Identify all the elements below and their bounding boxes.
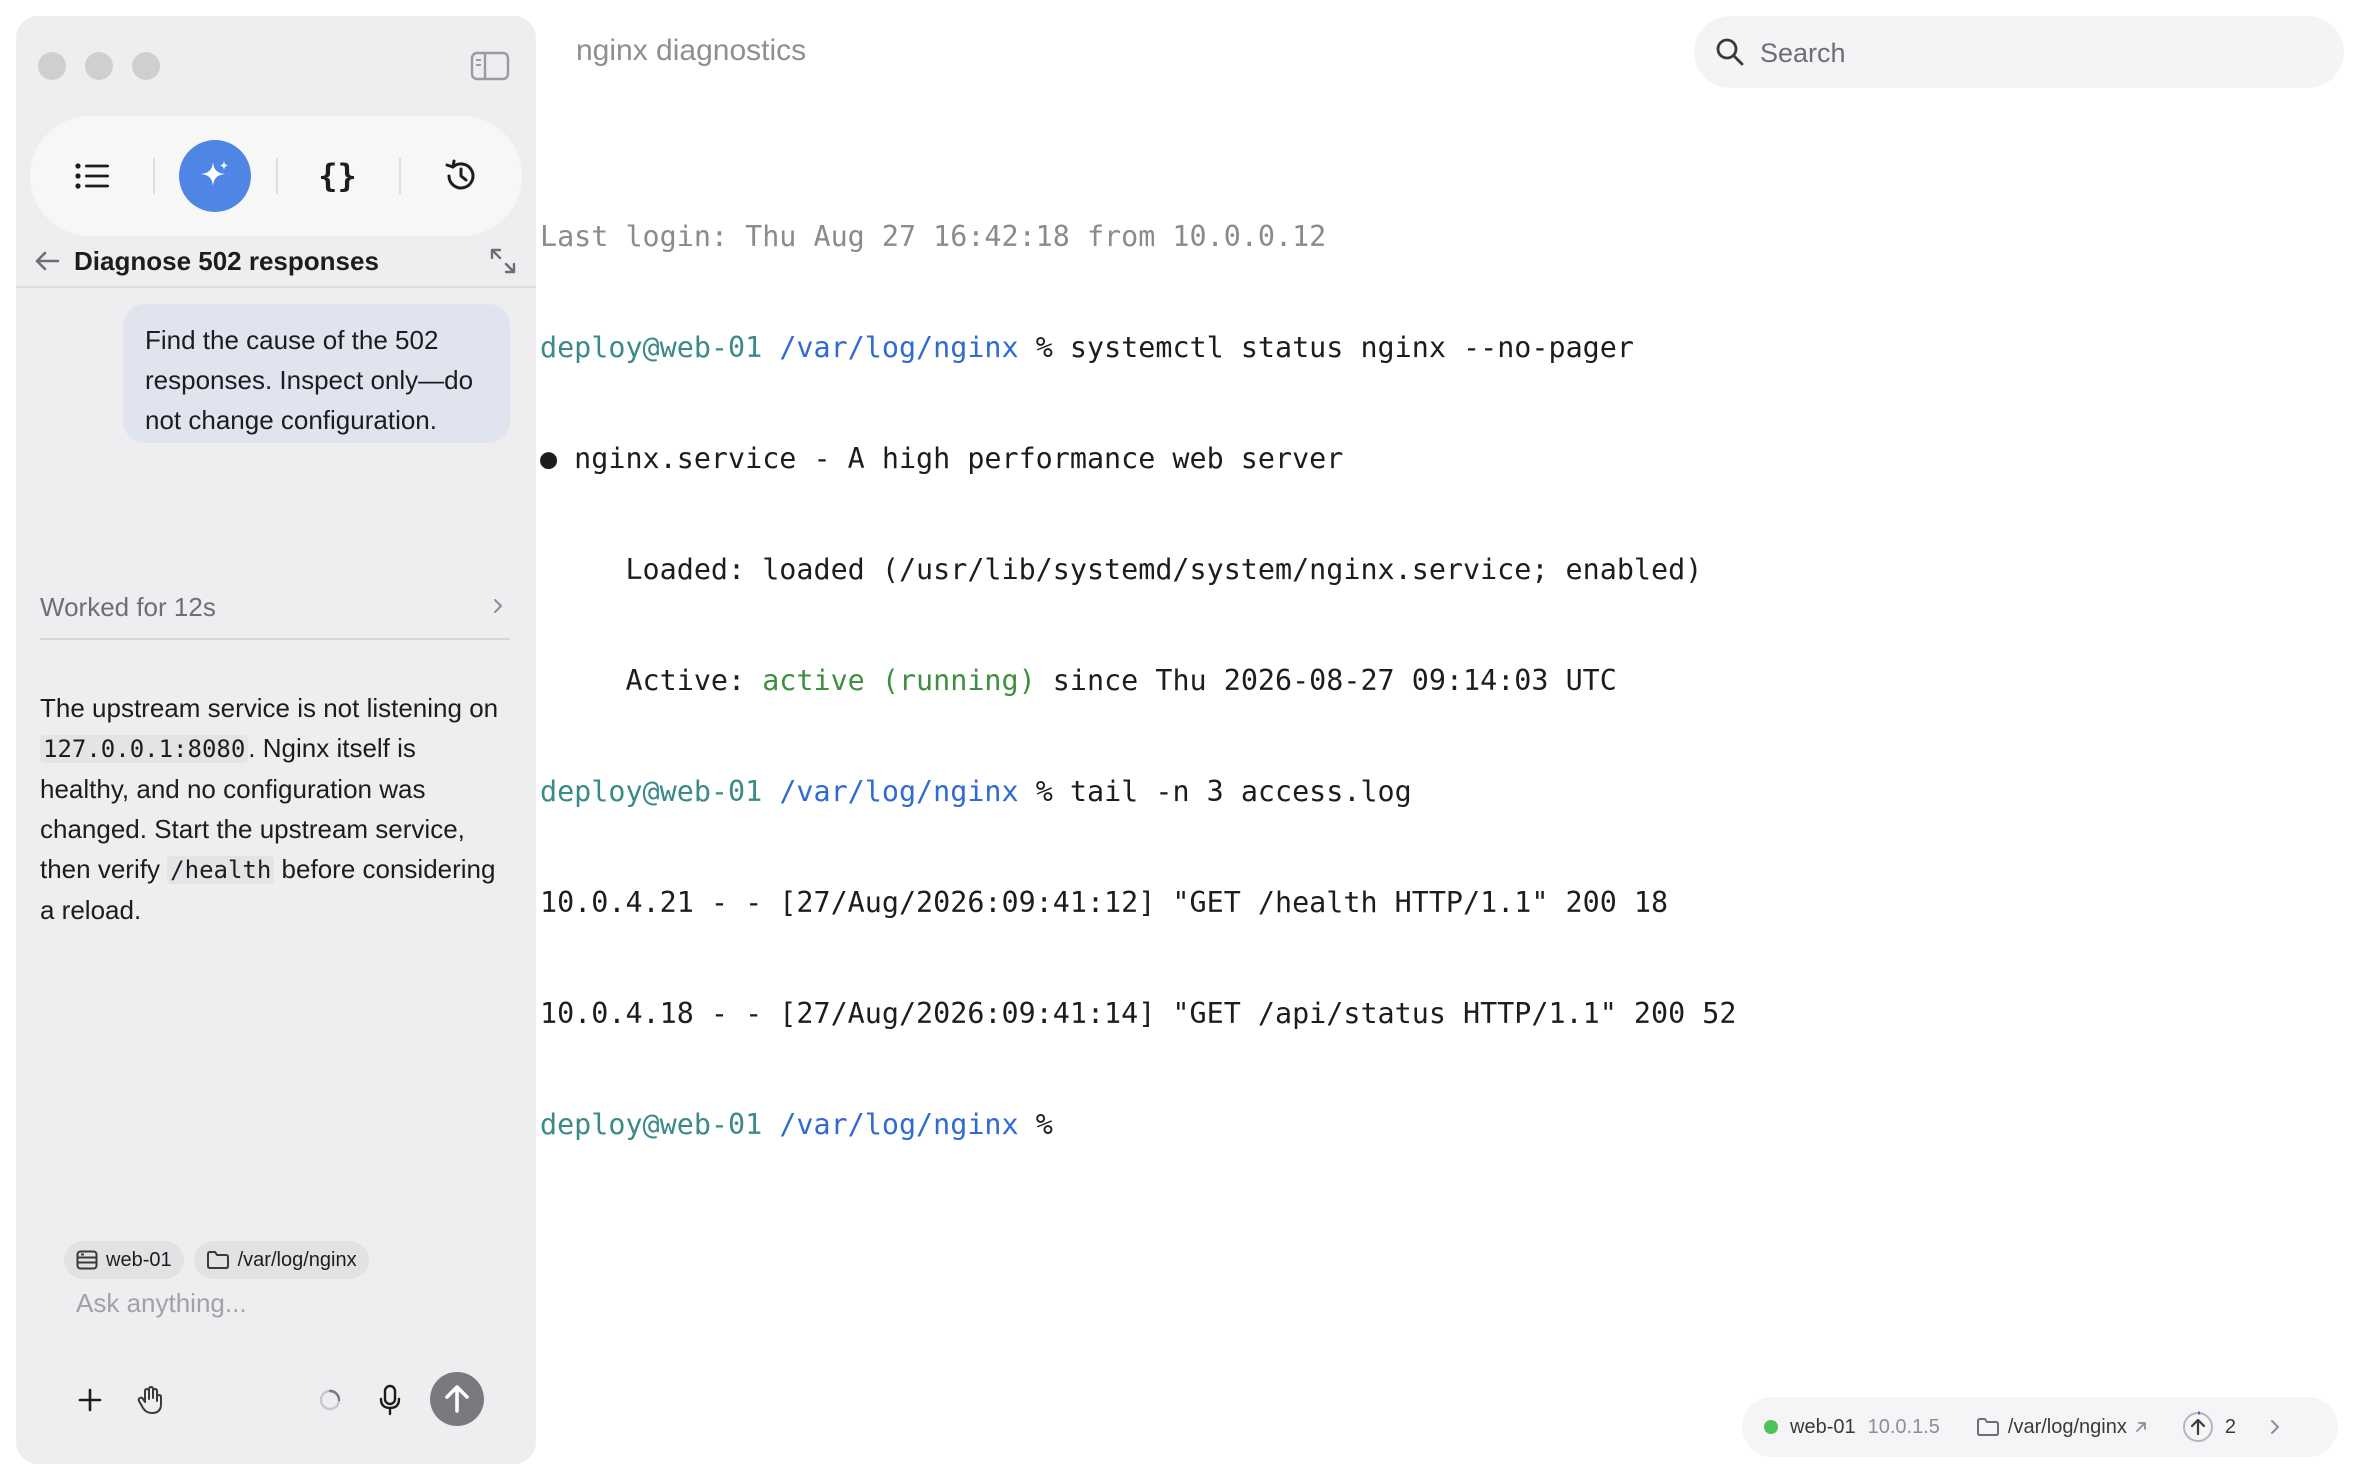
terminal-line: deploy@web-01 /var/log/nginx % systemctl… (540, 329, 2330, 366)
prompt-symbol: % (1035, 331, 1053, 364)
terminal-line: deploy@web-01 /var/log/nginx % tail -n 3… (540, 773, 2330, 810)
active-state: active (running) (762, 664, 1036, 697)
prompt-symbol: % (1035, 1108, 1053, 1141)
host-chip-label: web-01 (106, 1248, 172, 1271)
history-tool-button[interactable] (399, 116, 522, 236)
assistant-tool-active (178, 140, 251, 212)
task-title: Diagnose 502 responses (74, 246, 379, 276)
status-ip: 10.0.1.5 (1867, 1415, 1940, 1438)
code-tool-button[interactable]: {} (276, 116, 399, 236)
sidebar-toggle-icon[interactable] (470, 50, 510, 82)
braces-icon: {} (318, 157, 357, 195)
prompt-path: /var/log/nginx (779, 1108, 1019, 1141)
expand-icon[interactable] (488, 246, 518, 276)
prompt-path: /var/log/nginx (779, 331, 1019, 364)
terminal-line: Loaded: loaded (/usr/lib/systemd/system/… (540, 553, 1703, 586)
sparkle-icon (200, 161, 228, 186)
path-chip[interactable]: /var/log/nginx (193, 1241, 369, 1279)
reply-text: The upstream service is not listening on (40, 693, 499, 723)
external-link-icon[interactable] (2133, 1419, 2149, 1435)
host-chip[interactable]: web-01 (64, 1241, 184, 1279)
path-chip-label: /var/log/nginx (237, 1248, 357, 1271)
task-header: Diagnose 502 responses (16, 238, 536, 288)
list-icon (74, 163, 109, 189)
terminal-line: Active: active (running) since Thu 2026-… (540, 662, 2330, 699)
minimize-window-button[interactable] (85, 52, 113, 80)
chevron-right-icon (494, 599, 502, 613)
hand-icon[interactable] (132, 1382, 168, 1418)
folder-icon (1976, 1418, 1999, 1436)
prompt-symbol: % (1035, 775, 1053, 808)
search-box[interactable] (1694, 16, 2344, 88)
reply-code: 127.0.0.1:8080 (40, 735, 249, 763)
microphone-icon[interactable] (372, 1382, 408, 1418)
send-button[interactable] (430, 1372, 484, 1426)
active-since: since Thu 2026-08-27 09:14:03 UTC (1035, 664, 1617, 697)
terminal-line: 10.0.4.18 - - [27/Aug/2026:09:41:14] "GE… (540, 997, 1737, 1030)
close-window-button[interactable] (38, 52, 66, 80)
back-arrow-icon[interactable] (32, 246, 62, 276)
sidebar: {} Diagnose 502 responses Find the cause… (16, 16, 536, 1464)
terminal-line: Last login: Thu Aug 27 16:42:18 from 10.… (540, 220, 1327, 253)
upload-progress-icon[interactable] (2181, 1410, 2215, 1444)
reply-code: /health (167, 856, 275, 884)
context-chips: web-01 /var/log/nginx (64, 1241, 369, 1279)
window-controls (38, 52, 160, 80)
connection-status-icon (1764, 1420, 1778, 1434)
server-icon (76, 1250, 98, 1270)
active-label: Active: (540, 664, 763, 697)
arrow-up-icon (445, 1385, 469, 1413)
status-path[interactable]: /var/log/nginx (2008, 1416, 2127, 1439)
assistant-reply: The upstream service is not listening on… (40, 688, 510, 930)
terminal-output[interactable]: Last login: Thu Aug 27 16:42:18 from 10.… (540, 144, 2330, 1180)
prompt-user: deploy@web-01 (540, 331, 763, 364)
status-bar: web-01 10.0.1.5 /var/log/nginx 2 (1742, 1397, 2338, 1457)
worked-disclosure[interactable]: Worked for 12s (40, 584, 510, 640)
list-tool-button[interactable] (30, 116, 153, 236)
command-text: systemctl status nginx --no-pager (1069, 331, 1634, 364)
zoom-window-button[interactable] (132, 52, 160, 80)
worked-label: Worked for 12s (40, 592, 216, 622)
sidebar-toolbar: {} (30, 116, 522, 236)
search-icon (1716, 38, 1744, 66)
terminal-line: ● nginx.service - A high performance web… (540, 442, 1344, 475)
loading-spinner-icon (312, 1382, 348, 1418)
ask-input[interactable] (74, 1276, 498, 1330)
status-host[interactable]: web-01 (1790, 1416, 1856, 1439)
search-input[interactable] (1758, 26, 2322, 80)
command-text: tail -n 3 access.log (1069, 775, 1412, 808)
window-title: nginx diagnostics (576, 34, 807, 67)
terminal-line: deploy@web-01 /var/log/nginx % (540, 1106, 2330, 1143)
user-message-bubble: Find the cause of the 502 responses. Ins… (123, 304, 510, 443)
terminal-line: 10.0.4.21 - - [27/Aug/2026:09:41:12] "GE… (540, 886, 1669, 919)
prompt-path: /var/log/nginx (779, 775, 1019, 808)
prompt-user: deploy@web-01 (540, 775, 763, 808)
folder-icon (206, 1251, 229, 1269)
chevron-right-icon[interactable] (2266, 1418, 2284, 1436)
status-count: 2 (2224, 1415, 2236, 1438)
history-icon (445, 159, 474, 190)
add-icon[interactable] (72, 1382, 108, 1418)
prompt-user: deploy@web-01 (540, 1108, 763, 1141)
assistant-tool-button[interactable] (153, 116, 276, 236)
